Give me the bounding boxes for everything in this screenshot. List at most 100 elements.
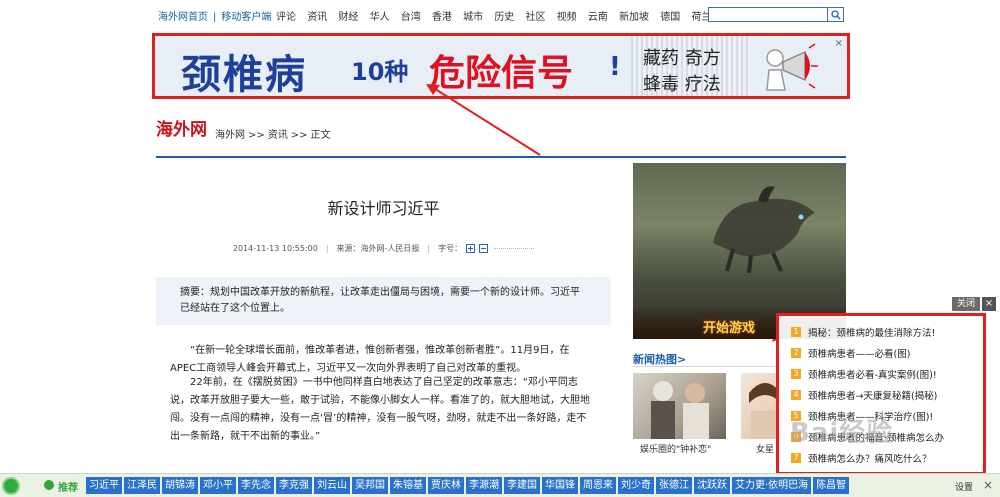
hot-news-caption[interactable]: 女星 [756,442,774,455]
tag-item[interactable]: 朱镕基 [390,477,426,494]
banner-close-icon[interactable]: × [835,38,843,49]
tag-item[interactable]: 艾力更·依明巴海 [732,477,812,494]
tag-item[interactable]: 吴邦国 [352,477,388,494]
tag-item[interactable]: 刘少奇 [618,477,654,494]
nav-item-huaren[interactable]: 华人 [370,8,390,23]
top-nav: 海外网首页 | 移动客户端 评论 资讯 财经 华人 台湾 香港 城市 历史 社区 视… [0,0,1000,28]
app-logo-icon[interactable] [2,477,20,495]
tag-item[interactable]: 李源潮 [466,477,502,494]
tag-item[interactable]: 沈跃跃 [694,477,730,494]
nav-item-chengshi[interactable]: 城市 [463,8,483,23]
tag-item[interactable]: 刘云山 [314,477,350,494]
popup-item[interactable]: 3 颈椎病患者必看-真实案例(图)! [791,363,983,384]
breadcrumb-news[interactable]: 资讯 [268,130,288,141]
nav-item-shipin[interactable]: 视频 [557,8,577,23]
tag-item[interactable]: 贾庆林 [428,477,464,494]
search-input[interactable] [709,8,827,21]
tag-item[interactable]: 江泽民 [124,477,160,494]
font-size-label: 字号： [438,244,463,253]
popup-item-text: 颈椎病患者——科学治疗(图)! [808,411,934,423]
popup-close-button[interactable]: 关闭 [952,297,980,311]
article-summary: 摘要：规划中国改革开放的新航程，让改革走出僵局与困境，需要一个新的设计师。习近平… [156,277,611,325]
popup-ad: 1 揭秘：颈椎病的最佳消除方法! 2 颈椎病患者——必看(图) 3 颈椎病患者必看-真… [776,313,986,475]
hot-news-thumbnail[interactable] [633,373,726,439]
breadcrumb: 海外网 >> 资讯 >> 正文 [215,126,331,141]
hot-news-caption[interactable]: 娱乐圈的"钟补恋" [640,442,711,455]
header-divider [156,156,846,158]
popup-list: 1 揭秘：颈椎病的最佳消除方法! 2 颈椎病患者——必看(图) 3 颈椎病患者必看-真… [779,316,983,468]
mobile-client-link[interactable]: 移动客户端 [221,12,271,23]
tag-item[interactable]: 华国锋 [542,477,578,494]
search-icon [830,9,841,20]
nav-item-xinjiapo[interactable]: 新加坡 [619,8,649,23]
start-game-text[interactable]: 开始游戏 [703,317,755,336]
banner-remedy-line2: 蜂毒 疗法 [643,74,721,95]
popup-item-number: 5 [791,410,801,421]
font-decrease-icon[interactable] [479,244,489,253]
article-source: 来源：海外网-人民日报 [336,244,420,253]
breadcrumb-home[interactable]: 海外网 [215,130,245,141]
settings-button[interactable]: 设置 [955,480,973,493]
popup-item-text: 颈椎病患者——必看(图) [808,348,911,360]
tag-item[interactable]: 张德江 [656,477,692,494]
article-paragraph: “在新一轮全球增长面前，惟改革者进，惟创新者强，惟改革创新者胜”。11月9日，在… [170,345,570,374]
popup-close-icon[interactable]: × [982,297,996,311]
popup-close-bar: 关闭 × [952,297,996,311]
tag-item[interactable]: 李建国 [504,477,540,494]
popup-item-text: 颈椎病患者的福音·颈椎病怎么办 [808,432,945,444]
tag-item[interactable]: 陈昌智 [813,477,850,494]
nav-item-deguo[interactable]: 德国 [660,8,680,23]
tag-item[interactable]: 李先念 [238,477,274,494]
bottom-bar-close-icon[interactable]: × [983,478,993,492]
popup-item[interactable]: 1 揭秘：颈椎病的最佳消除方法! [791,321,983,342]
popup-item-number: 2 [791,347,801,358]
popup-item-text: 揭秘：颈椎病的最佳消除方法! [808,327,936,339]
article-title: 新设计师习近平 [327,199,440,218]
nav-item-lishi[interactable]: 历史 [494,8,514,23]
recommend-label: 推荐 [58,483,78,494]
popup-item[interactable]: 4 颈椎病患者→天康复秘籍(揭秘) [791,384,983,405]
tag-item[interactable]: 习近平 [86,477,122,494]
popup-item-text: 颈椎病患者必看-真实案例(图)! [808,369,937,381]
nav-item-shequ[interactable]: 社区 [526,8,546,23]
category-nav: 评论 资讯 财经 华人 台湾 香港 城市 历史 社区 视频 云南 新加坡 德国 … [276,8,751,23]
article-date: 2014-11-13 10:55:00 [232,244,318,253]
popup-item[interactable]: 7 颈椎病怎么办？痛风吃什么？ [791,447,983,468]
popup-item[interactable]: 6 颈椎病患者的福音·颈椎病怎么办 [791,426,983,447]
hot-news-divider [633,366,783,367]
banner-number-text: 10种 [351,58,409,86]
nav-item-xianggang[interactable]: 香港 [432,8,452,23]
nav-item-pinglun[interactable]: 评论 [276,8,296,23]
home-link[interactable]: 海外网首页 [158,12,208,23]
breadcrumb-sep: >> [248,130,265,141]
banner-ad[interactable]: 颈椎病 10种 危险信号 ! 藏药 奇方 蜂毒 疗法 × [152,33,850,99]
article-paragraph: 22年前，在《摆脱贫困》一书中他同样直白地表达了自己坚定的改革意志：“邓小平同志… [170,377,590,442]
tag-item[interactable]: 邓小平 [200,477,236,494]
bottom-bar: 推荐 习近平 江泽民 胡锦涛 邓小平 李先念 李克强 刘云山 吴邦国 朱镕基 贾… [0,473,1000,497]
meta-divider: | [427,244,431,253]
hot-news-title[interactable]: 新闻热图> [633,351,686,367]
meta-dotted-line [494,248,535,249]
nav-item-zixun[interactable]: 资讯 [307,8,327,23]
nav-item-taiwan[interactable]: 台湾 [401,8,421,23]
tag-item[interactable]: 李克强 [276,477,312,494]
megaphone-icon [766,43,818,91]
popup-item-number: 1 [791,326,801,337]
popup-item-number: 6 [791,431,801,442]
game-creature-image [713,186,815,273]
search-button[interactable] [827,8,843,21]
font-increase-icon[interactable] [466,244,476,253]
tag-item[interactable]: 周恩来 [580,477,616,494]
breadcrumb-current: 正文 [310,130,331,141]
banner-danger-text: 危险信号 [429,53,574,94]
nav-item-caijing[interactable]: 财经 [338,8,358,23]
popup-item[interactable]: 2 颈椎病患者——必看(图) [791,342,983,363]
popup-item-number: 3 [791,368,801,379]
breadcrumb-sep: >> [290,130,308,141]
nav-separator: | [213,12,217,23]
nav-item-yunnan[interactable]: 云南 [588,8,608,23]
banner-remedy-line1: 藏药 奇方 [643,48,721,69]
site-logo[interactable]: 海外网 [156,115,207,140]
popup-item[interactable]: 5 颈椎病患者——科学治疗(图)! [791,405,983,426]
tag-item[interactable]: 胡锦涛 [162,477,198,494]
